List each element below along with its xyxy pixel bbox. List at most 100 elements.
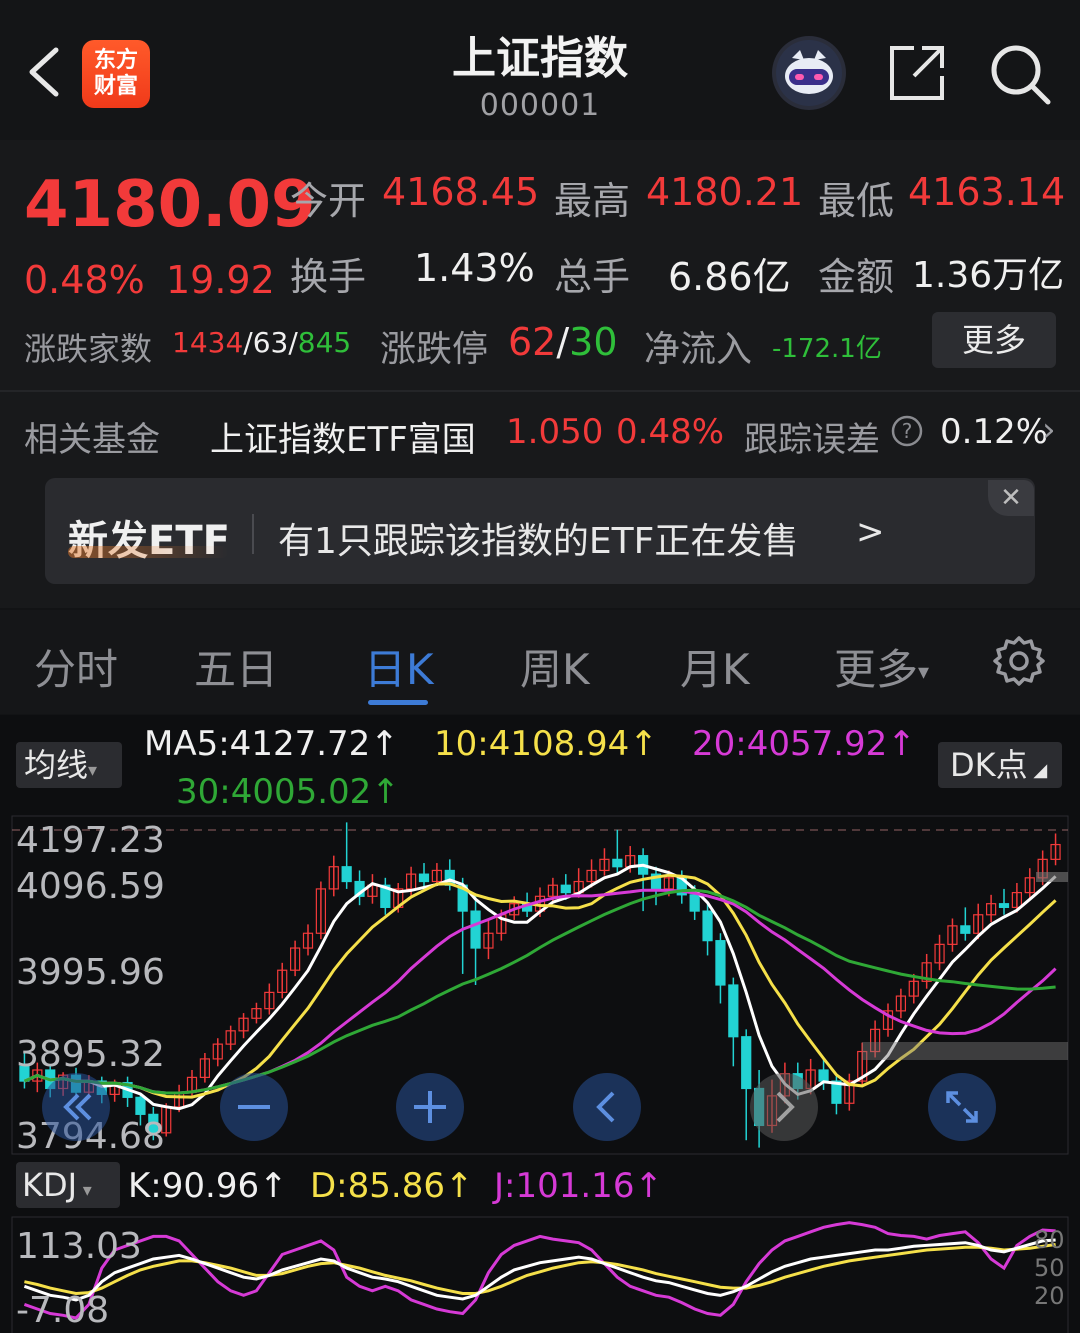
tab-daily-k[interactable]: 日K <box>364 636 434 697</box>
ma20-value: 20:4057.92↑ <box>692 724 916 764</box>
tab-monthly-k[interactable]: 月K <box>680 636 750 697</box>
high-value: 4180.21 <box>646 170 804 214</box>
rewind-icon[interactable] <box>42 1073 110 1141</box>
caret-down-icon: ▾ <box>88 760 98 781</box>
volume-value: 6.86亿 <box>668 255 791 299</box>
sep2: / <box>288 326 298 359</box>
stock-code: 000001 <box>479 88 601 123</box>
kdj-select-label: KDJ <box>22 1166 78 1204</box>
tab-intraday[interactable]: 分时 <box>34 636 118 697</box>
up-arrow-icon: ↑ <box>629 724 658 764</box>
fullscreen-icon[interactable] <box>928 1073 996 1141</box>
axis-label-top: 4197.23 <box>16 820 165 861</box>
fund-pct: 0.48% <box>616 412 725 452</box>
logo-line1: 东方 <box>93 48 138 73</box>
kdj-axis-top: 113.03 <box>16 1226 142 1267</box>
next-icon[interactable] <box>750 1073 818 1141</box>
price-marker <box>1036 872 1068 882</box>
kdj-axis-bottom: -7.08 <box>16 1290 110 1331</box>
zoom-in-icon[interactable] <box>396 1073 464 1141</box>
kdj-j-text: J:101.16 <box>494 1166 635 1206</box>
logo-line2: 财富 <box>93 74 138 99</box>
limit-label: 涨跌停 <box>380 329 489 370</box>
volume-label: 总手 <box>554 255 631 299</box>
ma20-text: 20:4057.92 <box>692 724 888 764</box>
svg-text:?: ? <box>902 419 913 443</box>
sep1: / <box>243 326 253 359</box>
kdj-k-value: K:90.96↑ <box>128 1166 288 1206</box>
candle-body <box>715 940 726 986</box>
ma30-text: 30:4005.02 <box>176 772 372 812</box>
tab-more[interactable]: 更多▾ <box>834 636 929 697</box>
up-arrow-icon: ↑ <box>259 1166 288 1206</box>
fund-price: 1.050 <box>506 412 604 452</box>
question-circle-icon[interactable]: ? <box>890 414 924 448</box>
track-error-value: 0.12% <box>940 412 1049 452</box>
caret-down-icon: ▾ <box>918 660 930 685</box>
gear-icon[interactable] <box>992 634 1046 688</box>
kdj-ref-50: 50 <box>1034 1254 1065 1282</box>
banner-text: 有1只跟踪该指数的ETF正在发售 <box>278 521 799 562</box>
ma10-value: 10:4108.94↑ <box>434 724 658 764</box>
corner-triangle-icon: ◢ <box>1027 760 1048 781</box>
updown-counts: 1434/63/845 <box>172 326 351 359</box>
up-count: 1434 <box>172 326 244 359</box>
high-label: 最高 <box>554 179 631 223</box>
robot-assistant-icon[interactable] <box>772 36 846 110</box>
up-arrow-icon: ↑ <box>887 724 916 764</box>
tab-weekly-k[interactable]: 周K <box>520 636 590 697</box>
candle-body <box>612 858 623 868</box>
amount-label: 金额 <box>818 255 895 299</box>
open-value: 4168.45 <box>382 170 540 214</box>
axis-label-3: 3995.96 <box>16 952 165 993</box>
ma-select-label: 均线 <box>24 746 89 784</box>
back-chevron-left-icon[interactable] <box>24 46 64 98</box>
limit-sep: / <box>556 320 570 364</box>
tab-five-day[interactable]: 五日 <box>194 636 278 697</box>
current-price: 4180.09 <box>24 168 316 242</box>
candle-body <box>689 894 700 912</box>
low-label: 最低 <box>818 179 895 223</box>
fund-chevron-icon[interactable]: › <box>1042 410 1056 450</box>
tab-more-label: 更多 <box>834 645 919 694</box>
axis-label-2: 4096.59 <box>16 866 165 907</box>
limit-up: 62 <box>508 320 557 364</box>
candle-body <box>470 910 481 949</box>
track-error-label: 跟踪误差 <box>744 420 880 460</box>
banner-close-icon[interactable]: ✕ <box>988 480 1034 516</box>
kdj-chart[interactable] <box>0 1216 1080 1333</box>
change-percent: 0.48% <box>24 258 145 302</box>
change-value: 19.92 <box>166 258 275 302</box>
app-logo: 东方 财富 <box>82 40 150 108</box>
candle-body <box>818 1069 829 1082</box>
kdj-d-value: D:85.86↑ <box>310 1166 473 1206</box>
fund-label: 相关基金 <box>24 420 160 460</box>
candle-body <box>702 910 713 942</box>
search-icon[interactable] <box>988 42 1052 106</box>
share-icon[interactable] <box>886 42 948 104</box>
open-label: 今开 <box>290 179 367 223</box>
limit-down: 30 <box>569 320 618 364</box>
candle-body <box>135 1096 146 1115</box>
inflow-value: -172.1亿 <box>772 334 882 364</box>
prev-icon[interactable] <box>573 1073 641 1141</box>
kdj-d-line <box>24 1243 1056 1296</box>
flat-count: 63 <box>252 326 289 359</box>
divider <box>0 390 1080 392</box>
low-value: 4163.14 <box>908 170 1066 214</box>
dk-point-button[interactable]: DK点 ◢ <box>938 742 1062 788</box>
turnover-value: 1.43% <box>414 246 535 290</box>
kdj-indicator-select[interactable]: KDJ ▾ <box>16 1162 120 1208</box>
candle-body <box>560 884 571 894</box>
fund-name[interactable]: 上证指数ETF富国 <box>210 412 476 461</box>
ma30-value: 30:4005.02↑ <box>176 772 400 812</box>
ma-indicator-select[interactable]: 均线▾ <box>16 742 122 788</box>
zoom-out-icon[interactable] <box>220 1073 288 1141</box>
up-arrow-icon: ↑ <box>371 772 400 812</box>
up-arrow-icon: ↑ <box>444 1166 474 1206</box>
kdj-k-text: K:90.96 <box>128 1166 260 1206</box>
kdj-ref-80: 80 <box>1034 1226 1065 1254</box>
more-button[interactable]: 更多 <box>932 312 1056 368</box>
up-arrow-icon: ↑ <box>634 1166 663 1206</box>
caret-down-icon: ▾ <box>77 1180 92 1201</box>
